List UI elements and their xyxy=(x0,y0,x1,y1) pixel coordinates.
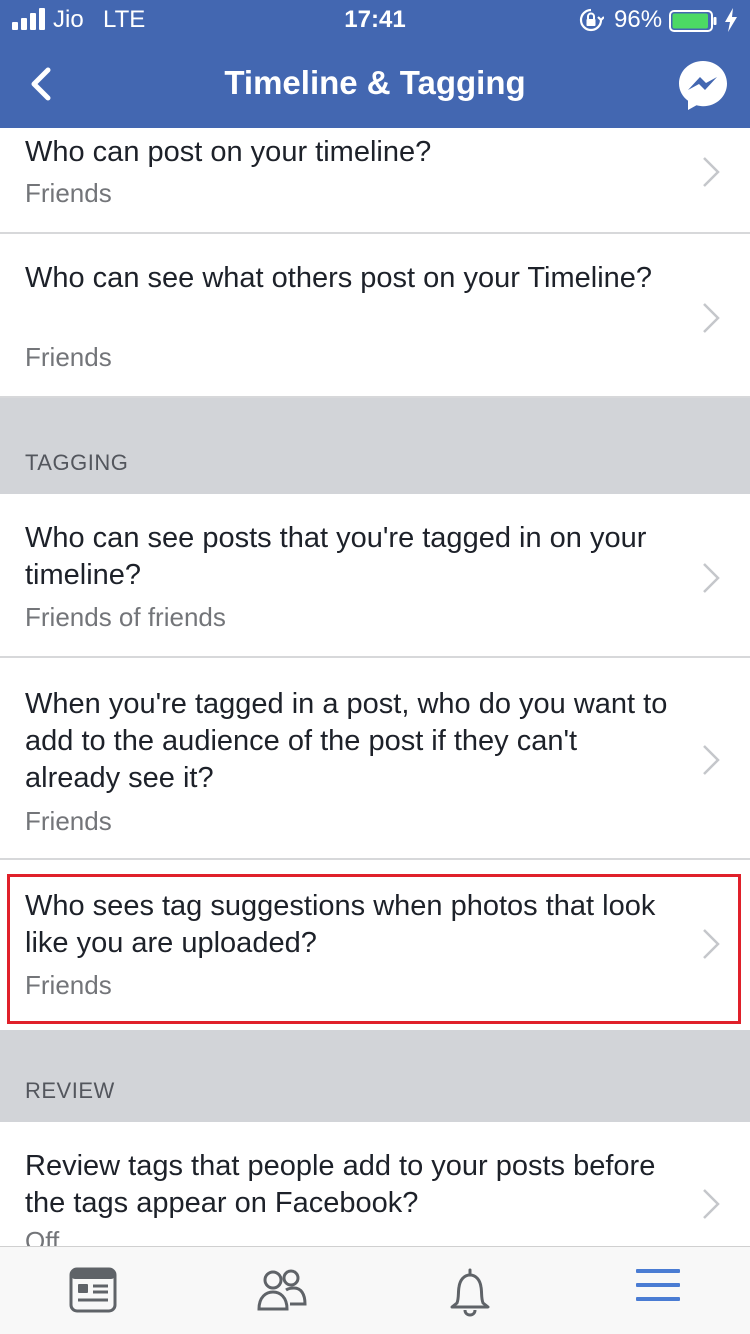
setting-question: Who can see posts that you're tagged in … xyxy=(25,522,647,591)
app-screen: Jio LTE 17:41 96% Timeline & Tagging Who… xyxy=(0,0,750,1334)
news-feed-icon xyxy=(69,1267,117,1313)
orientation-lock-icon xyxy=(579,8,604,32)
setting-row-tag-suggestions[interactable]: Who sees tag suggestions when photos tha… xyxy=(0,860,750,1030)
setting-value: Friends of friends xyxy=(25,602,226,632)
setting-value: Friends xyxy=(25,342,112,372)
setting-question: Who sees tag suggestions when photos tha… xyxy=(25,890,656,959)
setting-question: Review tags that people add to your post… xyxy=(25,1150,656,1219)
setting-row-review-tags[interactable]: Review tags that people add to your post… xyxy=(0,1122,750,1246)
chevron-right-icon xyxy=(703,563,720,593)
status-bar: Jio LTE 17:41 96% xyxy=(0,0,750,40)
chevron-right-icon xyxy=(703,303,720,333)
battery-icon xyxy=(669,10,717,32)
chevron-right-icon xyxy=(703,745,720,775)
setting-value: Off xyxy=(25,1226,60,1246)
tab-news-feed[interactable] xyxy=(33,1247,153,1334)
setting-row-tag-audience[interactable]: When you're tagged in a post, who do you… xyxy=(0,658,750,860)
chevron-right-icon xyxy=(703,157,720,187)
section-header-review: REVIEW xyxy=(0,1030,750,1122)
setting-question: Who can see what others post on your Tim… xyxy=(25,262,653,294)
charging-icon xyxy=(725,8,737,32)
section-header-tagging: TAGGING xyxy=(0,398,750,494)
messenger-icon[interactable] xyxy=(676,58,730,112)
tab-menu[interactable] xyxy=(598,1247,718,1334)
friends-icon xyxy=(257,1269,307,1311)
page-title: Timeline & Tagging xyxy=(224,64,526,101)
tab-friends[interactable] xyxy=(222,1247,342,1334)
bottom-tab-bar xyxy=(0,1246,750,1334)
setting-value: Friends xyxy=(25,178,112,208)
setting-row-tagged-posts-visibility[interactable]: Who can see posts that you're tagged in … xyxy=(0,494,750,658)
tab-notifications[interactable] xyxy=(410,1247,530,1334)
setting-value: Friends xyxy=(25,970,112,1000)
navigation-bar: Timeline & Tagging xyxy=(0,40,750,128)
notifications-bell-icon xyxy=(450,1268,490,1317)
section-label: TAGGING xyxy=(25,450,129,475)
battery-percent: 96% xyxy=(614,6,663,33)
setting-question: Who can post on your timeline? xyxy=(25,136,432,168)
section-label: REVIEW xyxy=(25,1078,115,1103)
setting-value: Friends xyxy=(25,806,112,836)
chevron-right-icon xyxy=(703,929,720,959)
menu-icon xyxy=(636,1269,680,1301)
setting-row-who-can-post[interactable]: Who can post on your timeline? Friends xyxy=(0,128,750,234)
setting-question: When you're tagged in a post, who do you… xyxy=(25,688,668,794)
setting-row-who-can-see-others-posts[interactable]: Who can see what others post on your Tim… xyxy=(0,234,750,398)
chevron-right-icon xyxy=(703,1189,720,1219)
app-header: Jio LTE 17:41 96% Timeline & Tagging xyxy=(0,0,750,128)
